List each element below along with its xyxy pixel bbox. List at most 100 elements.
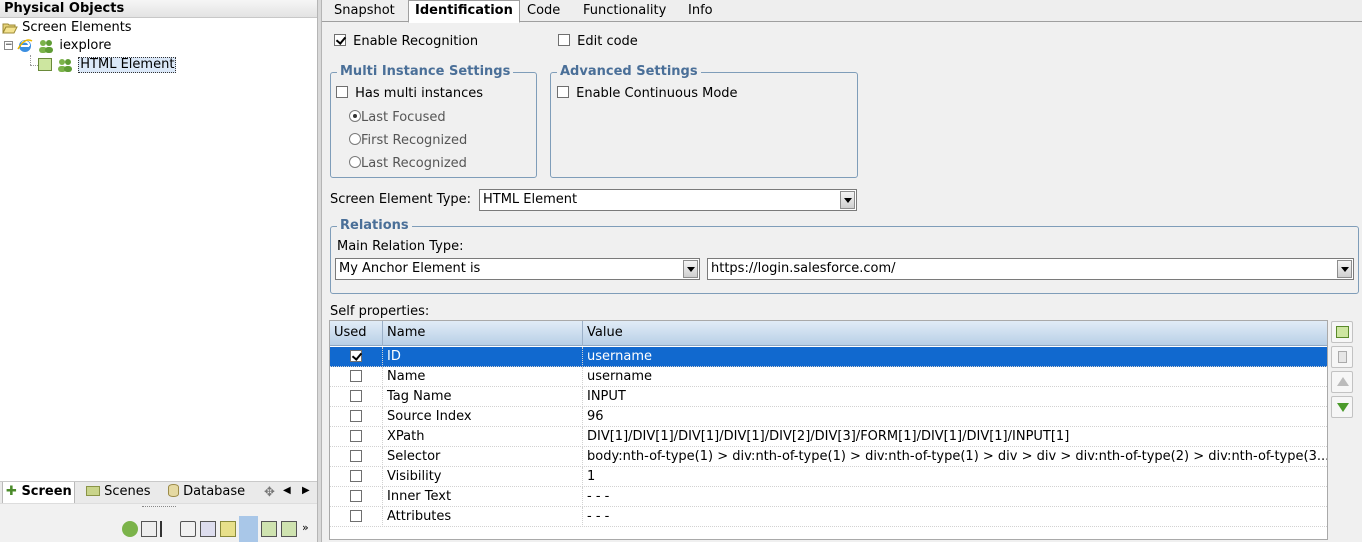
name-cell: Source Index xyxy=(383,407,583,427)
tab-identification[interactable]: Identification xyxy=(408,0,520,23)
value-cell[interactable]: username xyxy=(583,367,1327,387)
value-cell[interactable]: INPUT xyxy=(583,387,1327,407)
used-cell xyxy=(330,467,383,487)
radio-last-focused[interactable]: Last Focused xyxy=(349,110,446,125)
used-cell xyxy=(330,427,383,447)
add-property-button[interactable] xyxy=(1331,321,1353,343)
tree-item-iexplore[interactable]: − iexplore xyxy=(4,37,111,55)
move-up-button[interactable] xyxy=(1331,371,1353,393)
radio-first-recognized[interactable]: First Recognized xyxy=(349,133,467,148)
column-value[interactable]: Value xyxy=(583,321,1327,346)
windows-tool-icon[interactable] xyxy=(281,521,297,537)
table-row[interactable]: Name username xyxy=(330,367,1327,387)
used-cell xyxy=(330,407,383,427)
table-row[interactable]: XPath DIV[1]/DIV[1]/DIV[1]/DIV[1]/DIV[2]/… xyxy=(330,427,1327,447)
used-checkbox[interactable] xyxy=(350,370,362,382)
cylinder-tool-icon[interactable] xyxy=(220,521,236,537)
arrow-down-icon xyxy=(1337,403,1349,412)
table-row[interactable]: Source Index 96 xyxy=(330,407,1327,427)
used-cell xyxy=(330,367,383,387)
relation-type-select[interactable]: My Anchor Element is xyxy=(335,258,700,280)
table-row[interactable]: Visibility 1 xyxy=(330,467,1327,487)
arrow-up-icon xyxy=(1337,377,1349,386)
delete-property-button[interactable] xyxy=(1331,346,1353,368)
table-row[interactable]: Tag Name INPUT xyxy=(330,387,1327,407)
name-cell: ID xyxy=(383,347,583,367)
column-used[interactable]: Used xyxy=(330,321,383,346)
used-checkbox[interactable] xyxy=(350,510,362,522)
anchor-url-select[interactable]: https://login.salesforce.com/ xyxy=(707,258,1354,280)
group-legend: Multi Instance Settings xyxy=(337,64,514,79)
tab-functionality[interactable]: Functionality xyxy=(577,1,672,22)
used-checkbox[interactable] xyxy=(350,350,362,362)
value-cell[interactable]: body:nth-of-type(1) > div:nth-of-type(1)… xyxy=(583,447,1327,467)
radio-unselected xyxy=(349,133,361,145)
panel-title: Physical Objects xyxy=(0,0,318,18)
object-toolbar: » xyxy=(0,503,318,542)
has-multi-instances-checkbox[interactable]: Has multi instances xyxy=(336,86,483,101)
tab-info[interactable]: Info xyxy=(682,1,719,22)
table-header: Used Name Value xyxy=(330,321,1327,346)
tab-snapshot[interactable]: Snapshot xyxy=(328,1,401,22)
document-tool-icon[interactable] xyxy=(141,521,157,537)
element-type-select[interactable]: HTML Element xyxy=(479,189,857,211)
group-tool-icon[interactable] xyxy=(122,521,138,537)
monitor-tool-icon[interactable] xyxy=(200,521,216,537)
select-value: My Anchor Element is xyxy=(339,261,481,276)
tree-item-html-element[interactable]: HTML Element xyxy=(38,56,177,74)
used-checkbox[interactable] xyxy=(350,490,362,502)
used-checkbox[interactable] xyxy=(350,450,362,462)
name-cell: Inner Text xyxy=(383,487,583,507)
tab-scenes[interactable]: Scenes xyxy=(86,482,151,504)
checkbox-label: Edit code xyxy=(577,34,638,49)
dropdown-arrow-icon[interactable] xyxy=(1337,260,1352,278)
value-cell[interactable]: 96 xyxy=(583,407,1327,427)
radio-unselected xyxy=(349,156,361,168)
used-cell xyxy=(330,447,383,467)
hierarchy-tool-icon[interactable] xyxy=(239,516,258,542)
move-down-button[interactable] xyxy=(1331,396,1353,418)
table-row[interactable]: Attributes - - - xyxy=(330,507,1327,527)
used-checkbox[interactable] xyxy=(350,390,362,402)
column-name[interactable]: Name xyxy=(383,321,583,346)
folder-open-icon xyxy=(2,23,18,33)
used-checkbox[interactable] xyxy=(350,430,362,442)
tab-code[interactable]: Code xyxy=(521,1,566,22)
group-legend: Relations xyxy=(337,218,412,233)
tree-item-screen-elements[interactable]: Screen Elements xyxy=(2,19,132,37)
value-cell[interactable]: - - - xyxy=(583,487,1327,507)
value-cell[interactable]: DIV[1]/DIV[1]/DIV[1]/DIV[1]/DIV[2]/DIV[3… xyxy=(583,427,1327,447)
value-cell[interactable]: username xyxy=(583,347,1327,367)
dropdown-arrow-icon[interactable] xyxy=(840,191,855,209)
tab-database[interactable]: Database xyxy=(168,482,245,504)
collapse-icon[interactable]: − xyxy=(4,41,13,50)
used-cell xyxy=(330,487,383,507)
table-row[interactable]: Inner Text - - - xyxy=(330,487,1327,507)
tab-label: Scenes xyxy=(104,484,151,499)
enable-recognition-checkbox[interactable]: Enable Recognition xyxy=(334,34,478,49)
table-row[interactable]: ID username xyxy=(330,347,1327,367)
flag-tool-icon[interactable] xyxy=(160,521,176,537)
advanced-settings-group: Advanced Settings Enable Continuous Mode xyxy=(550,64,858,178)
comment-tool-icon[interactable] xyxy=(180,521,196,537)
used-checkbox[interactable] xyxy=(350,470,362,482)
value-cell[interactable]: 1 xyxy=(583,467,1327,487)
used-checkbox[interactable] xyxy=(350,410,362,422)
edit-code-checkbox[interactable]: Edit code xyxy=(558,34,638,49)
scroll-left-icon[interactable]: ◀ xyxy=(283,485,291,496)
checkbox-label: Enable Recognition xyxy=(353,34,479,49)
enable-continuous-mode-checkbox[interactable]: Enable Continuous Mode xyxy=(557,86,738,101)
scroll-right-icon[interactable]: ▶ xyxy=(302,485,310,496)
table-row[interactable]: Selector body:nth-of-type(1) > div:nth-of… xyxy=(330,447,1327,467)
window-tool-icon[interactable] xyxy=(261,521,277,537)
checkbox-label: Has multi instances xyxy=(355,86,483,101)
more-icon[interactable]: » xyxy=(302,521,309,534)
radio-selected xyxy=(349,110,361,122)
dropdown-arrow-icon[interactable] xyxy=(683,260,698,278)
scenes-icon xyxy=(86,486,100,496)
value-cell[interactable]: - - - xyxy=(583,507,1327,527)
name-cell: Name xyxy=(383,367,583,387)
radio-last-recognized[interactable]: Last Recognized xyxy=(349,156,467,171)
tab-screen[interactable]: ✚ Screen xyxy=(2,482,75,504)
plugin-icon[interactable]: ✥ xyxy=(264,485,275,500)
